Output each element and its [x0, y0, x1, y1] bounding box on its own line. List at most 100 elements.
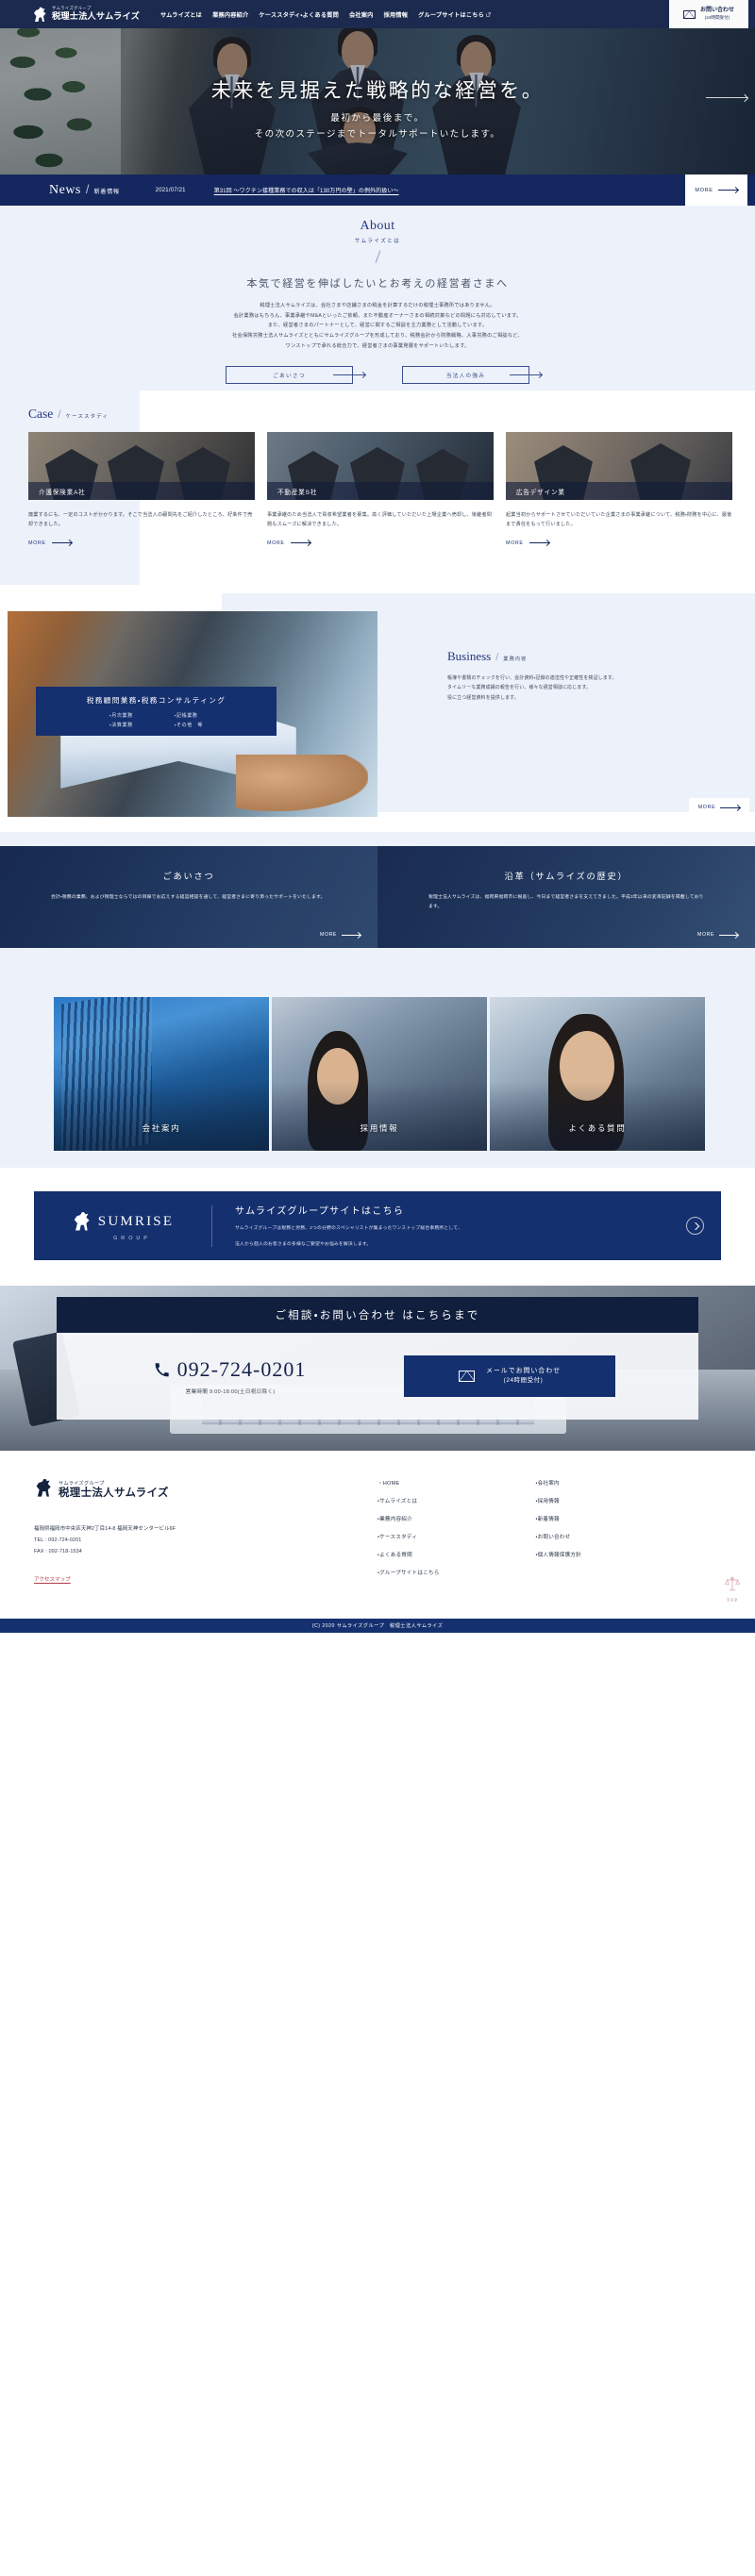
access-map-link[interactable]: アクセスマップ	[34, 1575, 71, 1583]
business-heading-slash: /	[495, 652, 499, 663]
about-paragraph: ワンストップで承れる総合力で、経営者さまの事業発展をサポートいたします。	[285, 342, 470, 349]
header-logo-main: 税理士法人サムライズ	[52, 11, 140, 22]
footer-link-contact[interactable]: ・お問い合わせ	[536, 1533, 581, 1540]
strength-button-label: 当法人の強み	[445, 373, 486, 379]
quicklink-label: 採用情報	[360, 1123, 399, 1133]
footer-link-news[interactable]: ・新着情報	[536, 1515, 581, 1522]
greeting-card[interactable]: ごあいさつ 会計・税務の業務、および税理士ならではの目線でお応えする経営相談を通…	[0, 846, 378, 948]
footer-link-about[interactable]: ・サムライズとは	[378, 1497, 440, 1504]
nav-item-about[interactable]: サムライズとは	[160, 10, 202, 19]
arrow-right-icon	[510, 374, 542, 376]
business-service-card: 税務顧問業務・税務コンサルティング ・月次業務 ・決算業務 ・記帳業務 ・その他…	[36, 687, 277, 736]
greeting-text: 会計・税務の業務、および税理士ならではの目線でお応えする経営相談を通して、経営者…	[51, 895, 326, 900]
header-logo[interactable]: サムライズグループ 税理士法人サムライズ	[32, 6, 140, 24]
business-items-right: ・記帳業務 ・その他 等	[175, 712, 203, 728]
case-card-more-link[interactable]: MORE	[28, 540, 255, 546]
arrow-right-icon	[720, 806, 741, 808]
case-heading-jp: ケーススタディ	[65, 414, 109, 420]
group-site-banner[interactable]: SUMRISE GROUP サムライズグループサイトはこちら サムライズグループ…	[34, 1191, 721, 1260]
case-card-image: 広告デザイン業	[506, 432, 732, 500]
about-paragraph: 税理士法人サムライズは、会社さまや店舗さまの税金を計算するだけの税理士事務所では…	[260, 303, 495, 308]
external-link-icon	[486, 11, 491, 17]
business-body: 帳簿や書類のチェックを行い、会計資料・記録の適法性や正確性を検証します。 タイム…	[447, 674, 706, 704]
case-card: 介護保険業A社 廃業するにも、一定のコストがかかります。そこで当法人の顧問先をご…	[28, 432, 255, 546]
history-more-label: MORE	[697, 932, 714, 938]
arrow-right-icon	[342, 934, 361, 936]
greeting-button[interactable]: ごあいさつ	[226, 366, 365, 385]
divider	[211, 1205, 212, 1247]
contact-phone-block: 092-724-0201 営業時間 9:00-18:00(土日祝日除く)	[57, 1357, 404, 1395]
arrow-right-icon	[290, 542, 310, 544]
footer-link-group-site[interactable]: ・グループサイトはこちら	[378, 1569, 440, 1576]
case-card-more-link[interactable]: MORE	[267, 540, 494, 546]
quicklink-label: 会社案内	[142, 1123, 181, 1133]
about-heading-en: About	[360, 219, 395, 233]
back-to-top-button[interactable]: TOP	[724, 1575, 741, 1604]
arrow-right-icon	[717, 190, 738, 191]
footer-address-block: 福岡県福岡市中央区天神2丁目14-8 福岡天神センタービル6F TEL : 09…	[34, 1524, 176, 1558]
business-paragraph: タイムリーな業務成績の報告を行い、様々な経営相談に応じます。	[447, 686, 592, 691]
footer-link-home[interactable]: ・HOME	[378, 1479, 440, 1487]
copyright-bar: (C) 2020 サムライズグループ 税理士法人サムライズ	[0, 1619, 755, 1633]
case-heading-slash: /	[58, 407, 61, 421]
news-bar: News / 新着情報 2021/07/21 第31回 ～ワクチン接種業務での収…	[0, 175, 755, 206]
case-heading-en: Case	[28, 407, 54, 421]
case-more-label: MORE	[28, 540, 46, 546]
footer-link-business[interactable]: ・業務内容紹介	[378, 1515, 440, 1522]
about-paragraph: 会計業務はもちろん、事業承継やM&Aといったご依頼、また不動産オーナーさまの相続…	[233, 312, 522, 319]
case-card-more-link[interactable]: MORE	[506, 540, 732, 546]
about-buttons: ごあいさつ 当法人の強み	[0, 366, 755, 385]
footer-link-faq[interactable]: ・よくある質問	[378, 1551, 440, 1558]
news-item-link[interactable]: 第31回 ～ワクチン接種業務での収入は「130万円の壁」の例外的扱い～	[214, 186, 399, 194]
samurai-horse-logo-icon	[34, 1477, 54, 1504]
history-card[interactable]: 沿革（サムライズの歴史） 税理士法人サムライズは、福岡県福岡市に根差し、今日まで…	[378, 846, 755, 948]
case-heading: Case / ケーススタディ	[28, 407, 109, 422]
footer-fax: FAX : 092-718-1534	[34, 1548, 82, 1554]
site-header: サムライズグループ 税理士法人サムライズ サムライズとは 業務内容紹介 ケースス…	[0, 0, 755, 28]
case-card-text: 事業承継のため当法人で買収希望業者を募集。高く評価していただいた上場企業へ売却し…	[267, 512, 493, 528]
footer-logo-main: 税理士法人サムライズ	[59, 1487, 169, 1499]
footer-link-case[interactable]: ・ケーススタディ	[378, 1533, 440, 1540]
case-card-image: 不動産業S社	[267, 432, 494, 500]
contact-phone-number[interactable]: 092-724-0201	[177, 1357, 307, 1382]
heading-slash-divider	[375, 250, 380, 263]
footer-link-company[interactable]: ・会社案内	[536, 1479, 581, 1487]
group-banner-section: SUMRISE GROUP サムライズグループサイトはこちら サムライズグループ…	[0, 1168, 755, 1286]
footer-logo[interactable]: サムライズグループ 税理士法人サムライズ	[34, 1477, 176, 1504]
news-heading: News / 新着情報	[49, 182, 120, 198]
footer-link-privacy[interactable]: ・個人情報保護方針	[536, 1551, 581, 1558]
quicklink-recruit[interactable]: 採用情報	[272, 997, 487, 1151]
case-card-text: 廃業するにも、一定のコストがかかります。そこで当法人の顧問先をご紹介したところ、…	[28, 512, 253, 528]
copyright-text: (C) 2020 サムライズグループ 税理士法人サムライズ	[311, 1623, 444, 1629]
business-more-label: MORE	[697, 805, 716, 810]
samurai-horse-logo-icon	[72, 1210, 92, 1233]
group-logo-sub: GROUP	[113, 1236, 151, 1241]
hero-next-arrow-icon[interactable]	[706, 97, 747, 98]
footer-address: 福岡県福岡市中央区天神2丁目14-8 福岡天神センタービル6F	[34, 1526, 176, 1532]
footer-links-column-2: ・会社案内 ・採用情報 ・新着情報 ・お問い合わせ ・個人情報保護方針	[536, 1479, 581, 1576]
history-more-link[interactable]: MORE	[697, 932, 738, 938]
footer-link-recruit[interactable]: ・採用情報	[536, 1497, 581, 1504]
news-more-button[interactable]: MORE	[685, 175, 747, 206]
arrow-right-icon	[51, 542, 72, 544]
quicklink-faq[interactable]: よくある質問	[490, 997, 705, 1151]
quicklink-label: よくある質問	[568, 1123, 627, 1133]
case-card-caption: 介護保険業A社	[39, 489, 86, 496]
case-card-caption-bar: 介護保険業A社	[28, 482, 255, 500]
business-more-button[interactable]: MORE	[689, 798, 749, 817]
case-card: 広告デザイン業 起業当初からサポートさせていただいていた企業さまの事業承継につい…	[506, 432, 732, 546]
nav-item-case-faq[interactable]: ケーススタディ・よくある質問	[259, 10, 339, 19]
nav-item-company[interactable]: 会社案内	[349, 10, 374, 19]
nav-item-business[interactable]: 業務内容紹介	[212, 10, 248, 19]
about-lead: 本気で経営を伸ばしたいとお考えの経営者さまへ	[246, 278, 509, 290]
greeting-more-link[interactable]: MORE	[320, 932, 361, 938]
about-heading: About サムライズとは	[355, 219, 400, 263]
business-service-items: ・月次業務 ・決算業務 ・記帳業務 ・その他 等	[109, 712, 203, 728]
case-more-label: MORE	[267, 540, 285, 546]
nav-item-group-site[interactable]: グループサイトはこちら	[418, 10, 491, 19]
contact-mail-button[interactable]: メールでお問い合わせ (24時間受付)	[404, 1355, 615, 1397]
nav-item-recruit[interactable]: 採用情報	[384, 10, 409, 19]
strength-button[interactable]: 当法人の強み	[402, 366, 542, 385]
header-contact-button[interactable]: お問い合わせ (24時間受付)	[669, 0, 748, 28]
quicklink-company[interactable]: 会社案内	[54, 997, 269, 1151]
